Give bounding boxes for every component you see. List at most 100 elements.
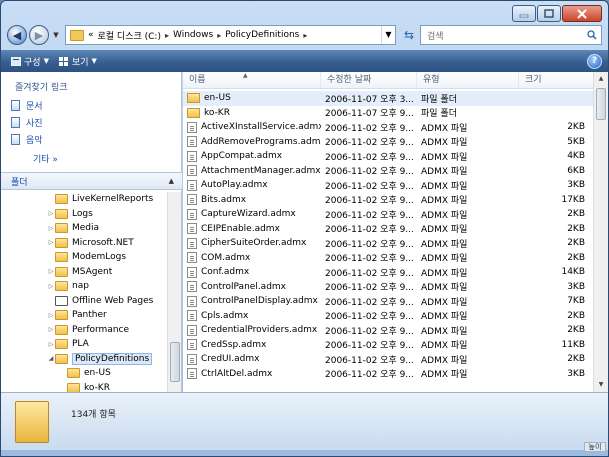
minimize-button[interactable] (512, 5, 536, 22)
refresh-button[interactable]: ⇆ (398, 25, 420, 45)
column-size[interactable]: 크기 (519, 72, 593, 88)
back-button[interactable]: ◀ (7, 25, 27, 45)
music-icon (11, 134, 20, 145)
expand-icon[interactable]: ▷ (47, 268, 55, 275)
history-dropdown[interactable]: ▼ (51, 31, 61, 39)
cell-text: ADMX 파일 (421, 370, 468, 381)
collapse-icon[interactable]: ◢ (47, 355, 55, 362)
expand-icon[interactable]: ▷ (47, 283, 55, 290)
tree-item[interactable]: ▷ Panther (47, 308, 107, 322)
cell-name: ControlPanel.admx (183, 281, 321, 293)
tree-item[interactable]: ModemLogs (47, 250, 126, 264)
tree-item[interactable]: ▷ Performance (47, 323, 129, 337)
breadcrumb-overflow[interactable]: « (88, 30, 94, 40)
file-row[interactable]: CEIPEnable.admx 2006-11-02 오후 9... ADMX 파일… (183, 222, 593, 237)
expand-icon[interactable]: ▷ (47, 210, 55, 217)
tree-item-selected[interactable]: ◢ PolicyDefinitions (47, 352, 153, 366)
documents-icon (11, 100, 20, 111)
help-button[interactable]: ? (587, 53, 602, 69)
file-row[interactable]: Bits.admx 2006-11-02 오후 9... ADMX 파일 17KB (183, 193, 593, 208)
file-row[interactable]: AutoPlay.admx 2006-11-02 오후 9... ADMX 파일 3K… (183, 178, 593, 193)
cell-name: AutoPlay.admx (183, 179, 321, 191)
tree-item[interactable]: ▷ nap (47, 279, 89, 293)
expand-icon[interactable]: ▷ (47, 239, 55, 246)
fav-pictures[interactable]: 사진 (11, 116, 43, 129)
file-row[interactable]: AttachmentManager.admx 2006-11-02 오후 9...… (183, 164, 593, 179)
folder-row[interactable]: en-US 2006-11-07 오후 3... 파일 폴더 (183, 91, 593, 106)
file-row[interactable]: CredentialProviders.admx 2006-11-02 오후 9.… (183, 323, 593, 338)
cell-text: 3KB (567, 180, 585, 191)
expand-icon[interactable]: ▷ (47, 225, 55, 232)
file-row[interactable]: CredSsp.admx 2006-11-02 오후 9... ADMX 파일 11K… (183, 338, 593, 353)
folders-header[interactable]: 폴더 ▲ (1, 172, 182, 190)
tree-item[interactable]: ▷ PLA (47, 337, 89, 351)
file-row[interactable]: ActiveXInstallService.admx 2006-11-02 오후 … (183, 120, 593, 135)
tree-scrollbar[interactable] (167, 192, 181, 392)
breadcrumb-separator[interactable]: ▸ (303, 31, 307, 40)
address-bar[interactable]: « 로컬 디스크 (C:) ▸ Windows ▸ PolicyDefiniti… (65, 25, 396, 45)
organize-button[interactable]: 구성 ▼ (11, 55, 49, 68)
tree-item[interactable]: ▷ MSAgent (47, 265, 112, 279)
cell-size: 7KB (519, 296, 587, 306)
views-button[interactable]: 보기 ▼ (58, 55, 97, 68)
tree-item[interactable]: ko-KR (59, 381, 110, 392)
more-links[interactable]: 기타 » (33, 152, 58, 165)
file-row[interactable]: Conf.admx 2006-11-02 오후 9... ADMX 파일 14KB (183, 265, 593, 280)
cell-text: 14KB (561, 267, 585, 278)
expand-icon[interactable]: ▷ (47, 326, 55, 333)
breadcrumb-separator[interactable]: ▸ (165, 31, 169, 40)
list-scrollbar[interactable]: ▲ ▼ (593, 72, 608, 392)
cell-text: 2006-11-02 오후 9... (325, 167, 414, 178)
search-input[interactable]: 검색 (420, 25, 602, 45)
file-row[interactable]: CredUI.admx 2006-11-02 오후 9... ADMX 파일 2KB (183, 352, 593, 367)
breadcrumb-drive[interactable]: 로컬 디스크 (C:) (98, 29, 161, 42)
tree-item[interactable]: Offline Web Pages (47, 294, 153, 308)
scroll-down-icon[interactable]: ▼ (594, 378, 608, 392)
breadcrumb-windows[interactable]: Windows (173, 30, 213, 40)
maximize-button[interactable] (537, 5, 561, 22)
file-row[interactable]: Cpls.admx 2006-11-02 오후 9... ADMX 파일 2KB (183, 309, 593, 324)
status-button[interactable]: 높이 (584, 442, 606, 452)
folder-row[interactable]: ko-KR 2006-11-07 오후 9... 파일 폴더 (183, 106, 593, 121)
scroll-thumb[interactable] (596, 88, 606, 120)
cell-type: 파일 폴더 (417, 106, 519, 119)
file-row[interactable]: CipherSuiteOrder.admx 2006-11-02 오후 9... A… (183, 236, 593, 251)
scroll-thumb[interactable] (170, 342, 180, 382)
fav-pictures-label: 사진 (26, 119, 43, 129)
breadcrumb-separator[interactable]: ▸ (217, 31, 221, 40)
column-date[interactable]: 수정한 날짜 (321, 72, 417, 88)
fav-documents[interactable]: 문서 (11, 99, 43, 112)
address-dropdown[interactable]: ▼ (381, 26, 395, 44)
column-type[interactable]: 유형 (417, 72, 519, 88)
expand-icon[interactable]: ▷ (47, 341, 55, 348)
cell-date: 2006-11-02 오후 9... (321, 135, 417, 148)
forward-button[interactable]: ▶ (29, 25, 49, 45)
folder-icon (55, 252, 68, 262)
file-row[interactable]: ControlPanel.admx 2006-11-02 오후 9... ADMX … (183, 280, 593, 295)
column-name[interactable]: ▲ 이름 (183, 72, 321, 88)
file-row[interactable]: ControlPanelDisplay.admx 2006-11-02 오후 9.… (183, 294, 593, 309)
tree-item[interactable]: ▷ Media (47, 221, 99, 235)
tree-item[interactable]: ▷ Logs (47, 207, 93, 221)
close-button[interactable] (562, 5, 602, 22)
file-row[interactable]: CtrlAltDel.admx 2006-11-02 오후 9... ADMX 파일… (183, 367, 593, 382)
tree-item[interactable]: en-US (59, 366, 111, 380)
expand-icon[interactable]: ▷ (47, 312, 55, 319)
tree-item[interactable]: ▷ Microsoft.NET (47, 236, 134, 250)
file-row[interactable]: CaptureWizard.admx 2006-11-02 오후 9... ADMX… (183, 207, 593, 222)
cell-size: 3KB (519, 180, 587, 190)
file-row[interactable]: AddRemovePrograms.admx 2006-11-02 오후 9...… (183, 135, 593, 150)
file-row[interactable]: COM.admx 2006-11-02 오후 9... ADMX 파일 2KB (183, 251, 593, 266)
cell-text: ADMX 파일 (421, 239, 468, 250)
file-row[interactable]: AppCompat.admx 2006-11-02 오후 9... ADMX 파일 4… (183, 149, 593, 164)
fav-music[interactable]: 음악 (11, 133, 43, 146)
cell-size: 2KB (519, 354, 587, 364)
cell-type: ADMX 파일 (417, 266, 519, 279)
cell-date: 2006-11-07 오후 3... (321, 92, 417, 105)
favorite-links-title: 즐겨찾기 링크 (15, 83, 68, 93)
scroll-up-icon[interactable]: ▲ (594, 72, 608, 86)
tree-item[interactable]: LiveKernelReports (47, 192, 153, 206)
cell-name: CEIPEnable.admx (183, 223, 321, 235)
cell-text: ko-KR (204, 107, 230, 118)
breadcrumb-policydefinitions[interactable]: PolicyDefinitions (225, 30, 299, 40)
